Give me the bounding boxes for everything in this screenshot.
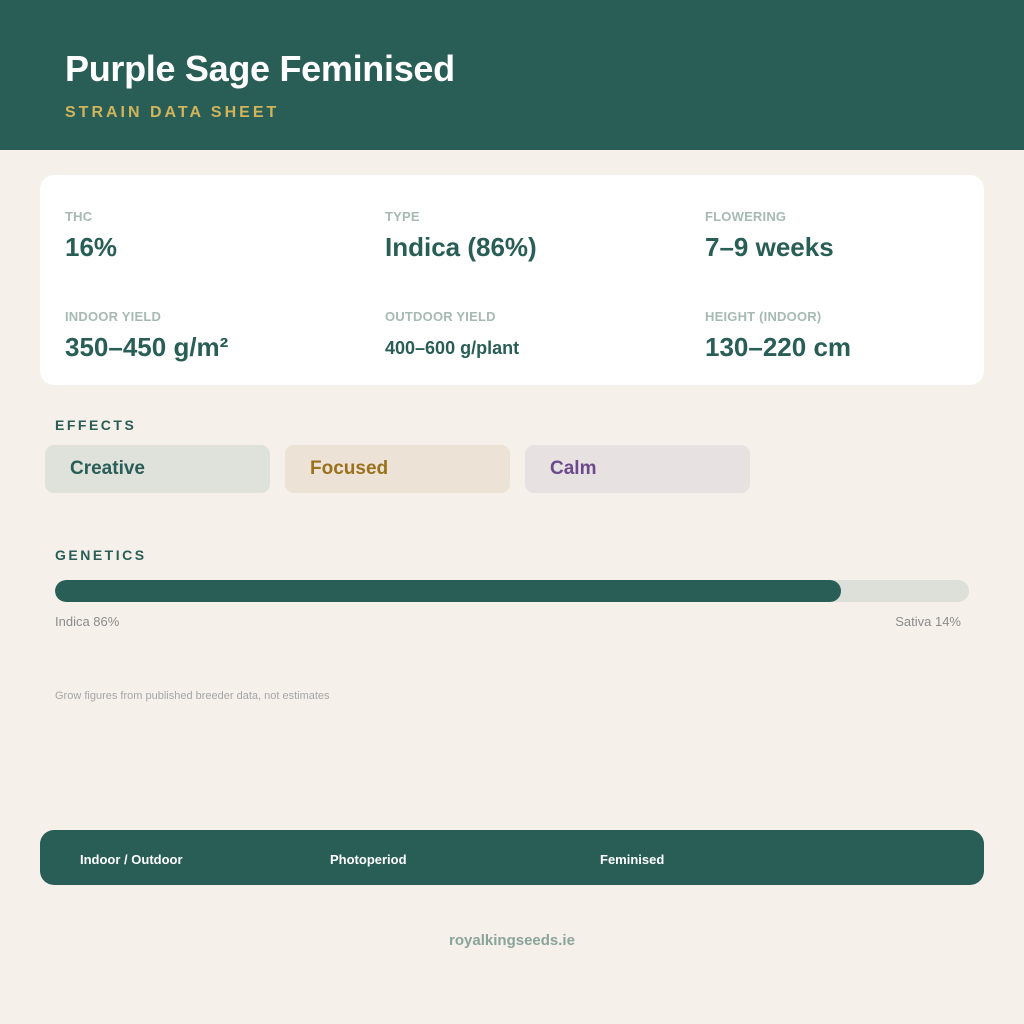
stat-value: 130–220 cm bbox=[705, 332, 852, 362]
stat-label: THC bbox=[65, 209, 93, 224]
effect-tag-focused: Focused bbox=[285, 445, 510, 493]
stat-flowering: FLOWERING 7–9 weeks bbox=[705, 209, 834, 263]
effects-heading: EFFECTS bbox=[55, 417, 137, 433]
page-subtitle: STRAIN DATA SHEET bbox=[65, 104, 280, 121]
header-banner: Purple Sage Feminised STRAIN DATA SHEET bbox=[0, 0, 1024, 150]
stat-outdoor-yield: OUTDOOR YIELD 400–600 g/plant bbox=[385, 309, 519, 359]
stat-label: INDOOR YIELD bbox=[65, 309, 162, 324]
stat-value: 350–450 g/m² bbox=[65, 332, 229, 362]
genetics-sativa-label: Sativa 14% bbox=[895, 614, 961, 629]
footer-feature-bar: Indoor / Outdoor Photoperiod Feminised bbox=[40, 830, 984, 885]
stat-label: OUTDOOR YIELD bbox=[385, 309, 496, 324]
feature-indoor-outdoor: Indoor / Outdoor bbox=[80, 852, 183, 867]
stat-indoor-yield: INDOOR YIELD 350–450 g/m² bbox=[65, 309, 228, 363]
feature-feminised: Feminised bbox=[600, 852, 665, 867]
effect-tag-creative: Creative bbox=[45, 445, 270, 493]
stat-value: 16% bbox=[65, 232, 118, 262]
website-link[interactable]: royalkingseeds.ie bbox=[0, 932, 1024, 949]
stats-card: THC 16% TYPE Indica (86%) FLOWERING 7–9 … bbox=[40, 175, 984, 385]
effect-tag-calm: Calm bbox=[525, 445, 750, 493]
stat-height-indoor: HEIGHT (INDOOR) 130–220 cm bbox=[705, 309, 851, 363]
stat-label: FLOWERING bbox=[705, 209, 787, 224]
stat-thc: THC 16% bbox=[65, 209, 117, 263]
genetics-indica-label: Indica 86% bbox=[55, 614, 120, 629]
stat-value: 400–600 g/plant bbox=[385, 338, 520, 358]
genetics-bar-indica-fill bbox=[55, 580, 842, 602]
stat-label: HEIGHT (INDOOR) bbox=[705, 309, 822, 324]
genetics-bar bbox=[55, 580, 969, 602]
feature-photoperiod: Photoperiod bbox=[330, 852, 407, 867]
stat-value: 7–9 weeks bbox=[705, 232, 834, 262]
stat-value: Indica (86%) bbox=[385, 232, 537, 262]
genetics-heading: GENETICS bbox=[55, 547, 147, 563]
page-title: Purple Sage Feminised bbox=[65, 48, 455, 89]
data-source-note: Grow figures from published breeder data… bbox=[55, 690, 330, 702]
stat-type: TYPE Indica (86%) bbox=[385, 209, 537, 263]
stat-label: TYPE bbox=[385, 209, 420, 224]
